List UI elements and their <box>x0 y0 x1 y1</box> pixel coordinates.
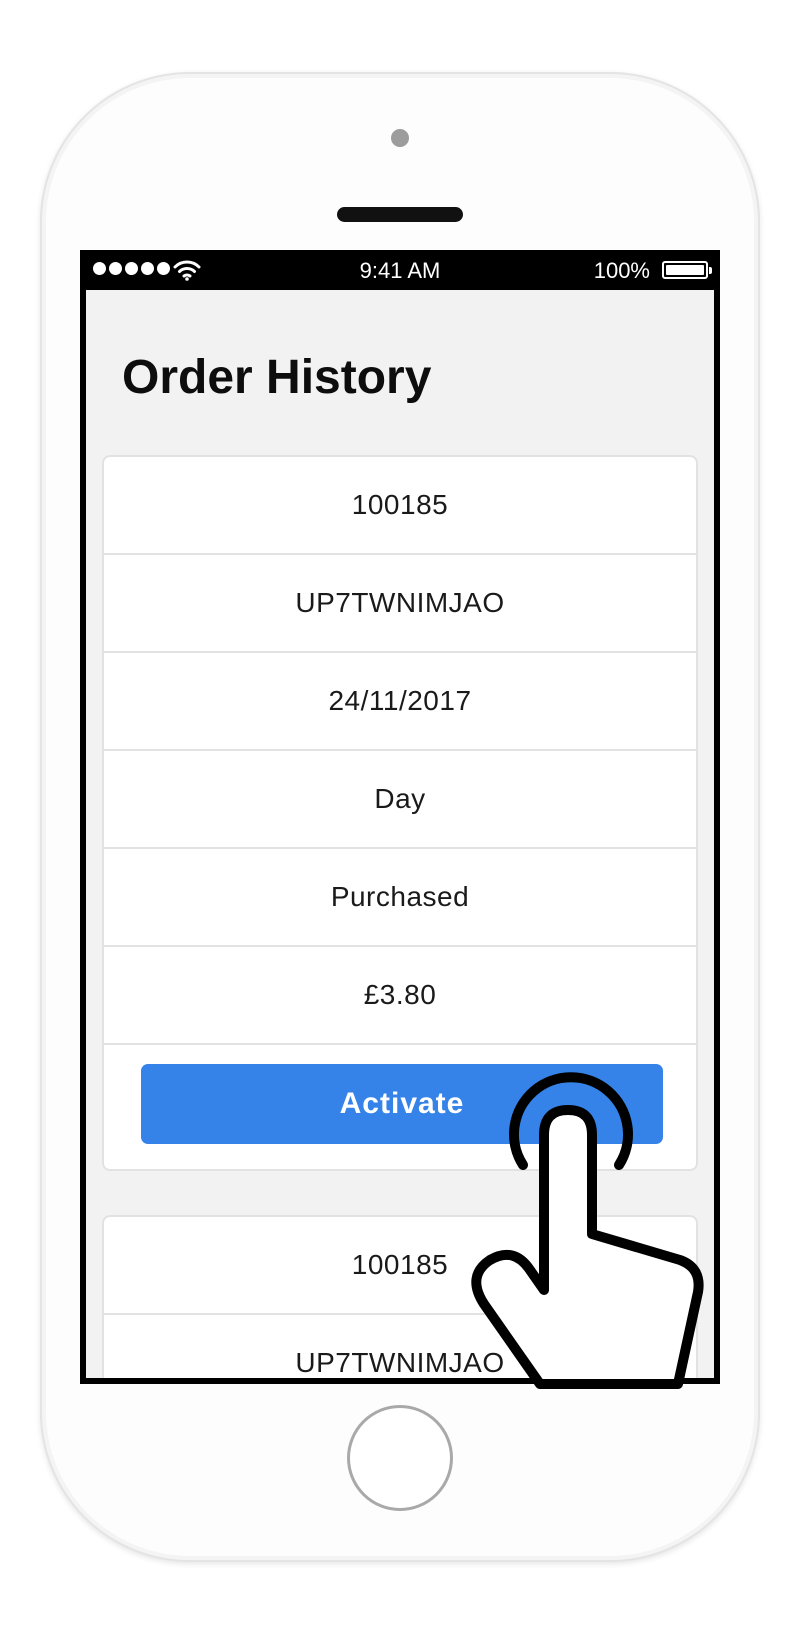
battery-icon <box>662 261 712 279</box>
page-title: Order History <box>122 351 432 404</box>
order-number: 100185 <box>104 457 696 555</box>
order-price: £3.80 <box>104 947 696 1045</box>
home-button[interactable] <box>347 1405 453 1511</box>
order-code: UP7TWNIMJAO <box>104 555 696 653</box>
order-status: Purchased <box>104 849 696 947</box>
order-card: 100185 UP7TWNIMJAO 24/11/2017 Day Purcha… <box>102 455 698 1171</box>
speaker-slot <box>337 207 463 222</box>
camera-dot <box>391 129 409 147</box>
activate-button[interactable]: Activate <box>141 1064 663 1144</box>
order-date: 24/11/2017 <box>104 653 696 751</box>
status-bar: 9:41 AM 100% <box>80 250 720 290</box>
order-number: 100185 <box>104 1217 696 1315</box>
order-card: 100185 UP7TWNIMJAO <box>102 1215 698 1378</box>
phone-screen: 9:41 AM 100% Order History 100185 UP7TWN… <box>80 250 720 1384</box>
ticket-type: Day <box>104 751 696 849</box>
order-actions: Activate <box>104 1045 696 1157</box>
battery-percent: 100% <box>593 258 650 283</box>
order-history-screen: Order History 100185 UP7TWNIMJAO 24/11/2… <box>86 290 714 1378</box>
order-code: UP7TWNIMJAO <box>104 1315 696 1378</box>
